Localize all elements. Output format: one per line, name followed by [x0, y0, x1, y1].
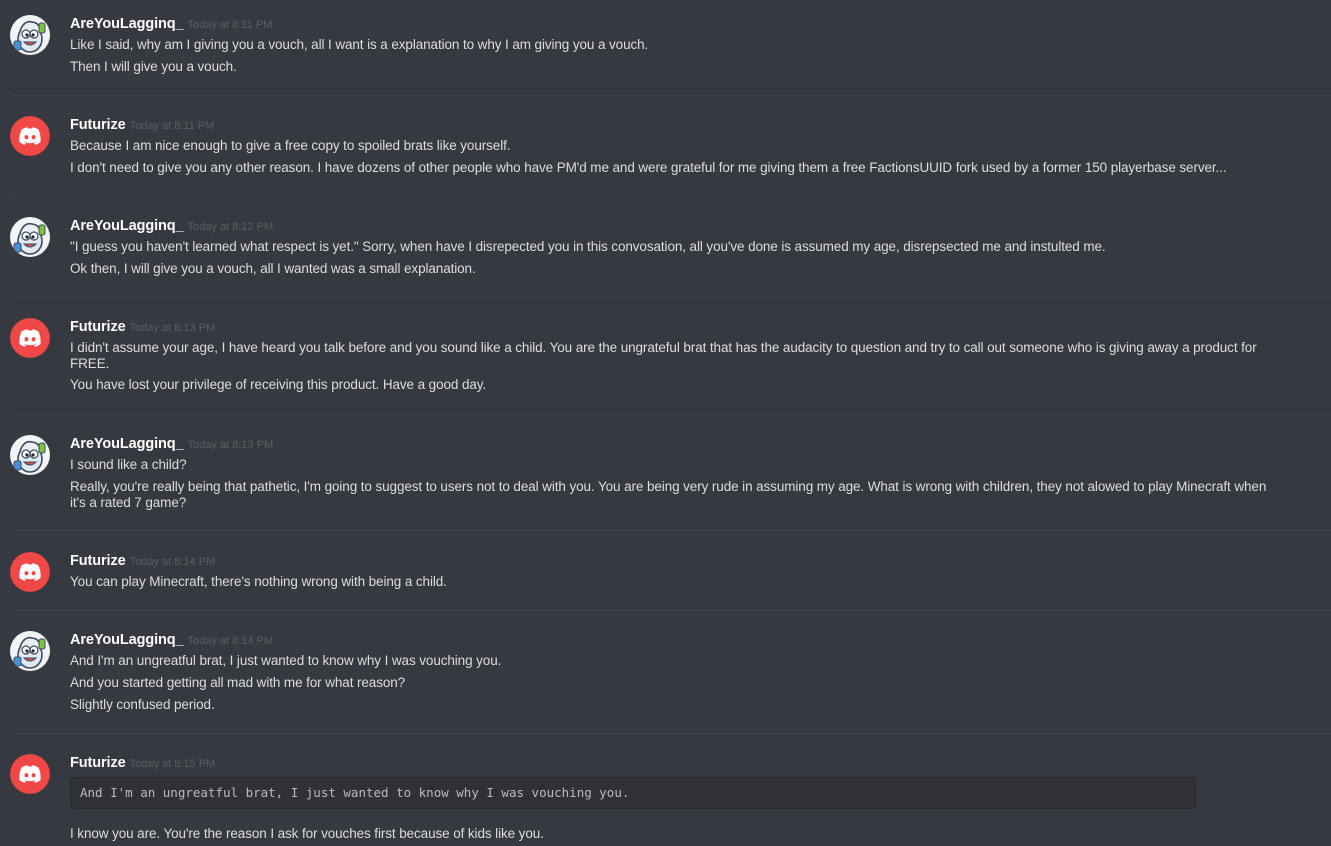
message-text: You can play Minecraft, there's nothing …: [70, 574, 447, 589]
timestamp: Today at 8:14 PM: [129, 556, 216, 568]
message-divider: [10, 95, 1331, 96]
message-text: Then I will give you a vouch.: [70, 59, 237, 74]
message-header: Futurize Today at 8:15 PM: [70, 754, 215, 774]
message-text: You have lost your privilege of receivin…: [70, 377, 487, 392]
timestamp: Today at 8:13 PM: [187, 439, 274, 451]
message-header: Futurize Today at 8:14 PM: [70, 552, 215, 572]
message-text: Like I said, why am I giving you a vouch…: [70, 37, 649, 52]
message-header: AreYouLagginq_ Today at 8:13 PM: [70, 435, 273, 455]
message-text: I don't need to give you any other reaso…: [70, 160, 1227, 175]
username[interactable]: Futurize: [70, 117, 126, 133]
message-text: Really, you're really being that patheti…: [70, 479, 1267, 510]
username[interactable]: AreYouLagginq_: [70, 218, 184, 234]
message-text: And I'm an ungreatful brat, I just wante…: [70, 653, 502, 668]
message-divider: [10, 414, 1331, 415]
message-header: AreYouLagginq_ Today at 8:14 PM: [70, 631, 273, 651]
discord-logo-icon[interactable]: [10, 318, 50, 358]
code-block: And I'm an ungreatful brat, I just wante…: [70, 777, 1196, 809]
message-text: I sound like a child?: [70, 457, 187, 472]
username[interactable]: AreYouLagginq_: [70, 16, 184, 32]
message-text: Slightly confused period.: [70, 697, 215, 712]
username[interactable]: Futurize: [70, 553, 126, 569]
message-text: Ok then, I will give you a vouch, all I …: [70, 261, 476, 276]
user-avatar-icon[interactable]: [10, 631, 50, 671]
message-text: And you started getting all mad with me …: [70, 675, 406, 690]
username[interactable]: Futurize: [70, 755, 126, 771]
chat-messages: AreYouLagginq_ Today at 8:11 PM Like I sai…: [0, 0, 1331, 846]
message-divider: [10, 196, 1331, 197]
timestamp: Today at 8:11 PM: [129, 120, 215, 132]
message-text: I didn't assume your age, I have heard y…: [70, 340, 1257, 371]
discord-logo-icon[interactable]: [10, 116, 50, 156]
timestamp: Today at 8:13 PM: [129, 322, 216, 334]
timestamp: Today at 8:11 PM: [187, 19, 273, 31]
message-divider: [10, 733, 1331, 734]
user-avatar-icon[interactable]: [10, 217, 50, 257]
message-header: Futurize Today at 8:13 PM: [70, 318, 215, 338]
message-text: "I guess you haven't learned what respec…: [70, 239, 1106, 254]
message-divider: [10, 610, 1331, 611]
discord-logo-icon[interactable]: [10, 754, 50, 794]
message-header: AreYouLagginq_ Today at 8:11 PM: [70, 15, 272, 35]
timestamp: Today at 8:14 PM: [187, 635, 274, 647]
user-avatar-icon[interactable]: [10, 15, 50, 55]
discord-logo-icon[interactable]: [10, 552, 50, 592]
message-text: I know you are. You're the reason I ask …: [70, 826, 544, 841]
username[interactable]: Futurize: [70, 319, 126, 335]
message-text: Because I am nice enough to give a free …: [70, 138, 511, 153]
message-divider: [10, 297, 1331, 298]
username[interactable]: AreYouLagginq_: [70, 632, 184, 648]
timestamp: Today at 8:12 PM: [187, 221, 274, 233]
username[interactable]: AreYouLagginq_: [70, 436, 184, 452]
message-header: Futurize Today at 8:11 PM: [70, 116, 214, 136]
message-header: AreYouLagginq_ Today at 8:12 PM: [70, 217, 273, 237]
message-divider: [10, 530, 1331, 531]
user-avatar-icon[interactable]: [10, 435, 50, 475]
timestamp: Today at 8:15 PM: [129, 758, 216, 770]
